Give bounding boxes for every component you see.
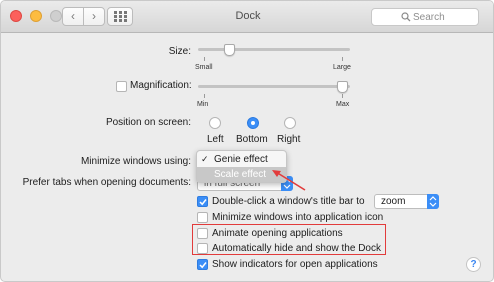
double-click-action-value: zoom	[381, 196, 406, 207]
prefer-tabs-label: Prefer tabs when opening documents:	[22, 177, 191, 188]
position-left-radio[interactable]	[209, 117, 221, 129]
magnification-checkbox[interactable]	[116, 81, 127, 92]
magnification-max-label: Max	[336, 101, 350, 108]
position-label: Position on screen:	[105, 117, 191, 128]
menu-item-label: Genie effect	[214, 154, 268, 165]
size-max-label: Large	[333, 64, 351, 71]
checkmark-icon: ✓	[201, 154, 209, 164]
help-button[interactable]: ?	[466, 257, 481, 272]
search-input[interactable]	[413, 10, 475, 24]
slider-tick	[342, 57, 343, 61]
minimize-into-icon-checkbox[interactable]	[197, 212, 208, 223]
highlight-box	[192, 224, 386, 255]
show-indicators-checkbox[interactable]	[197, 259, 208, 270]
magnification-min-label: Min	[197, 101, 209, 108]
title-bar: ‹ › Dock	[1, 1, 493, 33]
minimize-into-icon-label: Minimize windows into application icon	[212, 212, 384, 223]
slider-tick	[204, 57, 205, 61]
size-min-label: Small	[195, 64, 213, 71]
checkmark-icon	[199, 262, 207, 269]
position-right-label: Right	[277, 134, 301, 145]
size-slider-knob[interactable]	[223, 44, 235, 56]
search-icon	[401, 12, 411, 22]
double-click-checkbox[interactable]	[197, 196, 208, 207]
search-field[interactable]	[371, 8, 479, 26]
position-bottom-radio[interactable]	[247, 117, 259, 129]
menu-item-genie-effect[interactable]: ✓ Genie effect	[197, 152, 286, 167]
position-right-radio[interactable]	[284, 117, 296, 129]
magnification-label: Magnification:	[130, 80, 192, 91]
size-label: Size:	[168, 46, 191, 57]
position-left-label: Left	[207, 134, 224, 145]
size-slider-track[interactable]	[198, 48, 350, 51]
select-stepper[interactable]	[427, 194, 439, 209]
checkmark-icon	[199, 199, 207, 206]
position-bottom-label: Bottom	[236, 134, 268, 145]
magnification-slider-track[interactable]	[198, 85, 350, 88]
slider-tick	[204, 94, 205, 98]
double-click-action-select[interactable]: zoom	[374, 194, 439, 209]
minimize-label: Minimize windows using:	[80, 156, 191, 167]
slider-tick	[342, 94, 343, 98]
show-indicators-label: Show indicators for open applications	[212, 259, 378, 270]
chevron-up-down-icon	[429, 196, 437, 207]
arrow-annotation-icon	[272, 170, 306, 191]
double-click-label: Double-click a window's title bar to	[212, 196, 365, 207]
magnification-slider-knob[interactable]	[337, 81, 348, 93]
menu-item-label: Scale effect	[214, 169, 267, 180]
dock-preferences-window: ‹ › Dock Size: Small Large	[0, 0, 494, 282]
